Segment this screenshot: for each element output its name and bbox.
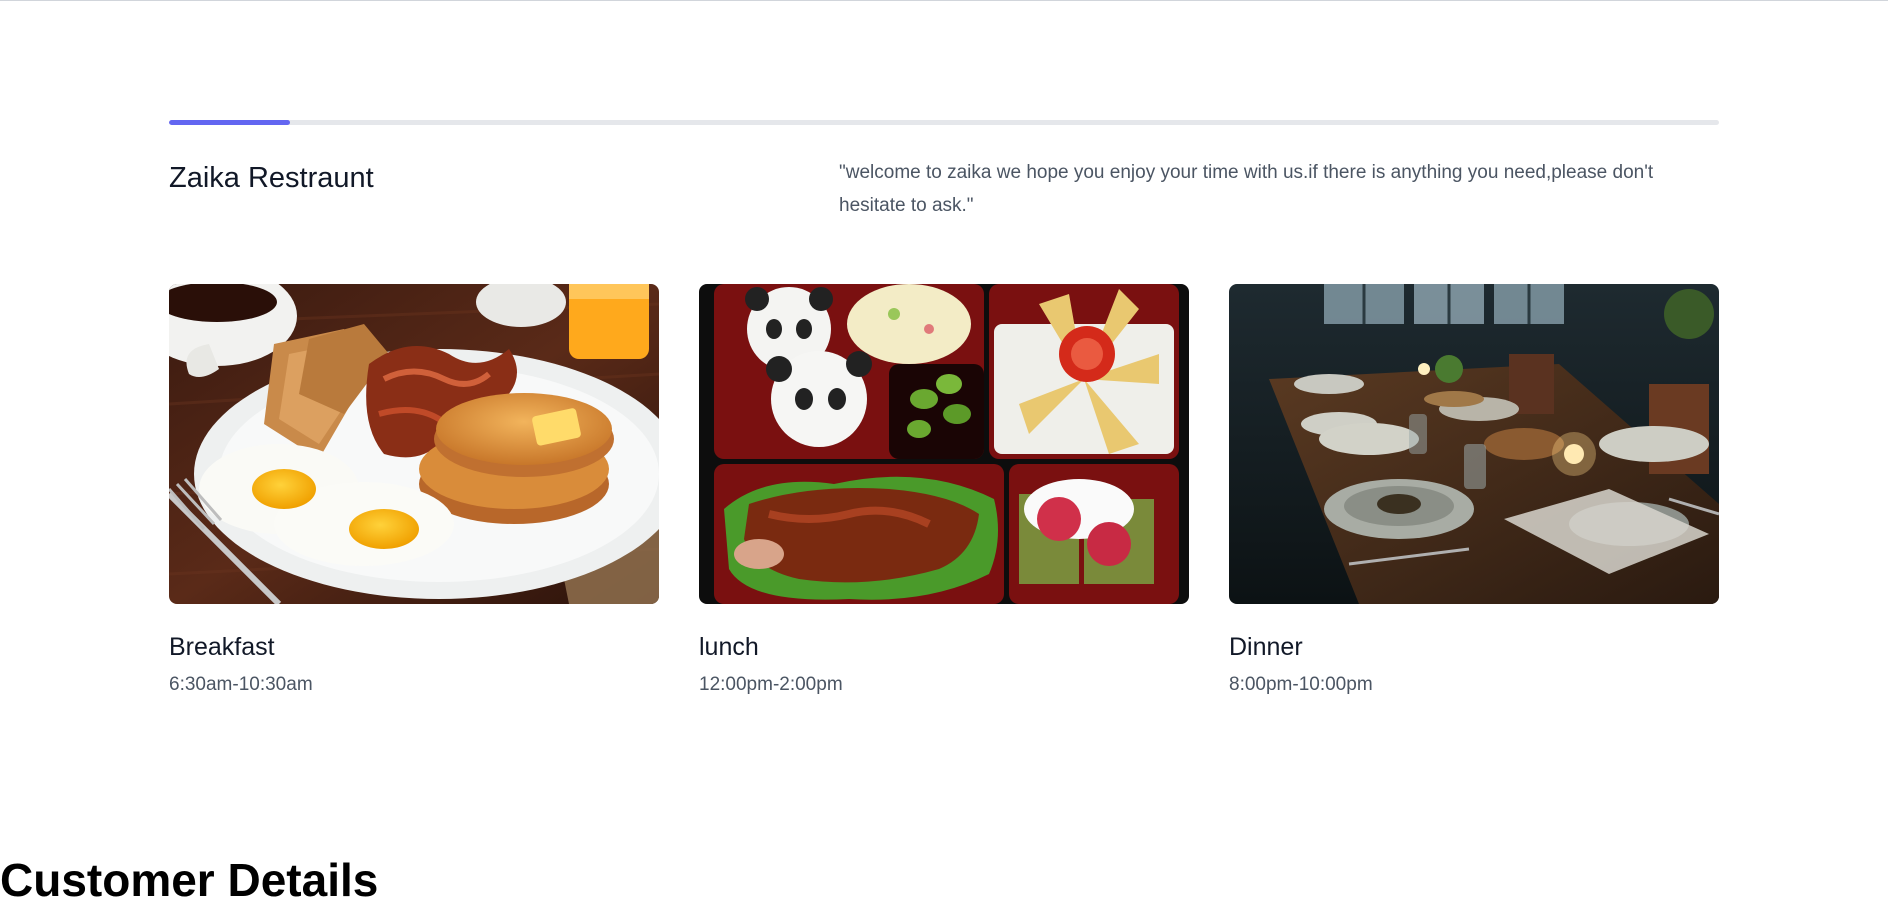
meal-card-breakfast[interactable]: Breakfast 6:30am-10:30am: [169, 284, 659, 698]
meal-time: 12:00pm-2:00pm: [699, 674, 843, 695]
page: Zaika Restraunt "welcome to zaika we hop…: [0, 0, 1888, 907]
dinner-image: [1229, 284, 1719, 604]
meal-card-dinner[interactable]: Dinner 8:00pm-10:00pm: [1229, 284, 1719, 698]
top-divider: [0, 0, 1888, 1]
meal-cards: Breakfast 6:30am-10:30am lunch 12:00pm-2…: [169, 284, 1719, 698]
breakfast-image: [169, 284, 659, 604]
meal-title: lunch: [699, 633, 759, 661]
lunch-image: [699, 284, 1189, 604]
restaurant-title: Zaika Restraunt: [169, 162, 374, 194]
progress-fill: [169, 120, 290, 125]
meal-title: Breakfast: [169, 633, 275, 661]
welcome-message: "welcome to zaika we hope you enjoy your…: [839, 162, 1654, 216]
meal-time: 8:00pm-10:00pm: [1229, 674, 1373, 695]
customer-details-heading: Customer Details: [0, 854, 379, 906]
meal-card-lunch[interactable]: lunch 12:00pm-2:00pm: [699, 284, 1189, 698]
main-container: Zaika Restraunt "welcome to zaika we hop…: [169, 120, 1719, 698]
header-row: Zaika Restraunt "welcome to zaika we hop…: [169, 160, 1719, 222]
meal-title: Dinner: [1229, 633, 1303, 661]
progress-bar: [169, 120, 1719, 125]
meal-time: 6:30am-10:30am: [169, 674, 313, 695]
